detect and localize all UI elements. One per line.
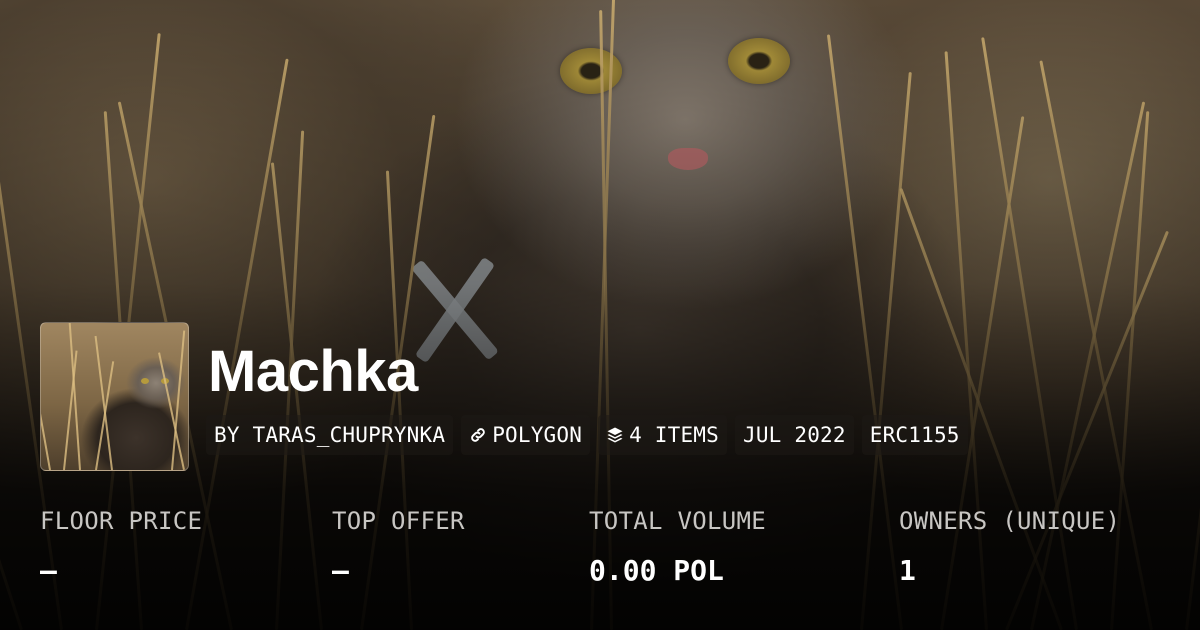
tag-chain-label: POLYGON (492, 423, 583, 447)
chain-link-icon (469, 426, 487, 444)
collection-title: Machka (208, 339, 418, 404)
tag-items[interactable]: 4 ITEMS (598, 415, 727, 455)
stat-owners: OWNERS (UNIQUE) 1 (899, 506, 1120, 588)
collection-avatar (40, 322, 189, 471)
collection-tags: BY TARAS_CHUPRYNKA POLYGON 4 ITEMS JUL 2… (206, 415, 968, 455)
stat-value: 1 (899, 554, 916, 587)
stat-value: 0.00 POL (589, 554, 724, 587)
tag-chain[interactable]: POLYGON (461, 415, 591, 455)
stat-label: OWNERS (UNIQUE) (899, 507, 1121, 535)
layers-icon (606, 426, 624, 444)
stat-floor-price: FLOOR PRICE – (40, 506, 202, 588)
tag-token-standard: ERC1155 (861, 415, 968, 455)
stat-value: – (40, 554, 57, 587)
tag-creator-label: BY TARAS_CHUPRYNKA (214, 423, 446, 447)
avatar-grass-strand (41, 331, 51, 470)
stat-total-volume: TOTAL VOLUME 0.00 POL (589, 506, 766, 588)
tag-items-label: 4 ITEMS (629, 423, 719, 447)
stat-label: TOTAL VOLUME (589, 507, 766, 535)
avatar-cat-eye (141, 378, 149, 384)
tag-created-date-label: JUL 2022 (743, 423, 846, 447)
stat-label: TOP OFFER (332, 507, 465, 535)
tag-token-standard-label: ERC1155 (869, 423, 960, 447)
tag-creator[interactable]: BY TARAS_CHUPRYNKA (206, 415, 454, 455)
stat-value: – (332, 554, 349, 587)
stat-top-offer: TOP OFFER – (332, 506, 465, 588)
tag-created-date: JUL 2022 (735, 415, 854, 455)
stat-label: FLOOR PRICE (40, 507, 203, 535)
